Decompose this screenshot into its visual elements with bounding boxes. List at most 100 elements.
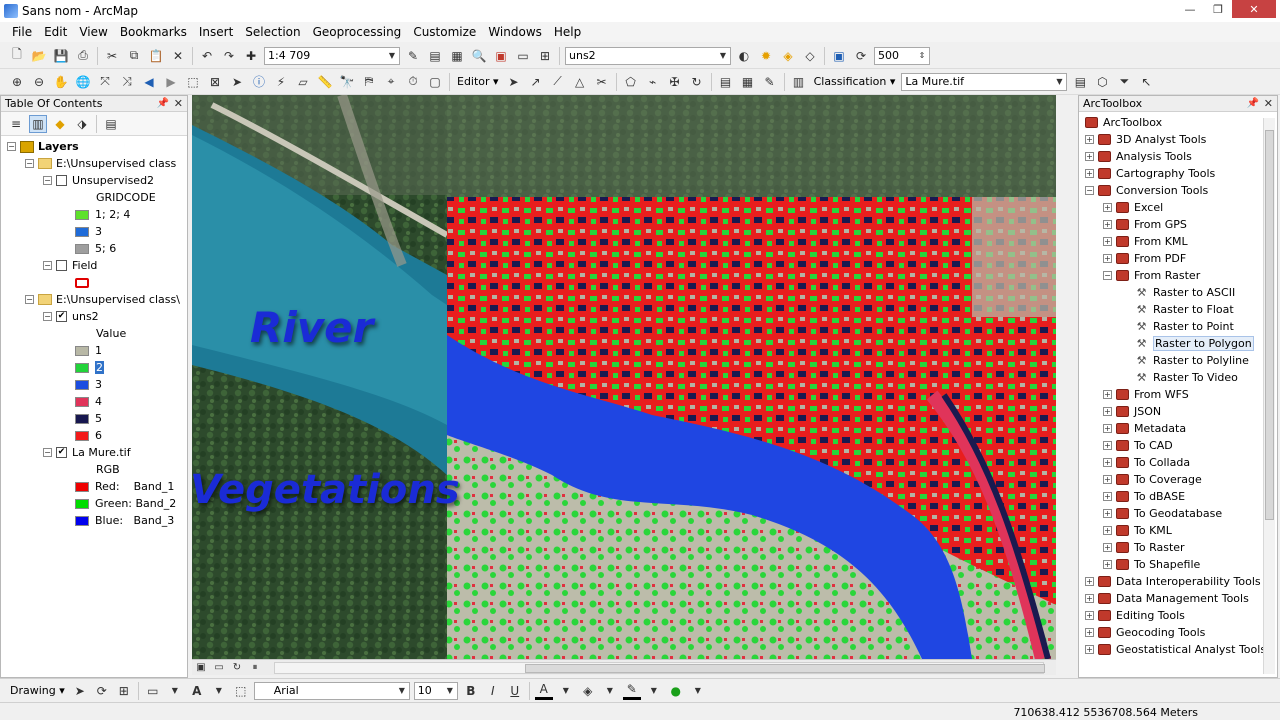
close-icon[interactable]: ✕ bbox=[174, 97, 183, 110]
visibility-checkbox[interactable]: ✔ bbox=[56, 311, 67, 322]
collapse-icon[interactable]: − bbox=[43, 261, 52, 270]
back-extent-icon[interactable]: ◀ bbox=[140, 73, 158, 91]
menu-bookmarks[interactable]: Bookmarks bbox=[114, 25, 193, 39]
close-icon[interactable]: ✕ bbox=[1264, 97, 1273, 110]
vertical-scrollbar[interactable] bbox=[1263, 118, 1275, 674]
map-canvas[interactable] bbox=[192, 95, 1056, 659]
data-view-icon[interactable]: ▣ bbox=[194, 662, 208, 674]
measure-icon[interactable]: 📏 bbox=[316, 73, 334, 91]
draw-shape-dropdown-icon[interactable]: ⏷ bbox=[1115, 73, 1133, 91]
menu-file[interactable]: File bbox=[6, 25, 38, 39]
tool-raster-to-float[interactable]: ⚒ Raster to Float bbox=[1079, 301, 1277, 318]
toolset-to-coverage[interactable]: + To Coverage bbox=[1079, 471, 1277, 488]
toolset-to-kml[interactable]: + To KML bbox=[1079, 522, 1277, 539]
refresh-icon[interactable]: ↻ bbox=[230, 662, 244, 674]
transparency-icon[interactable]: ◈ bbox=[779, 47, 797, 65]
menu-view[interactable]: View bbox=[73, 25, 113, 39]
toc-window-icon[interactable]: ▤ bbox=[426, 47, 444, 65]
select-features-icon[interactable]: ⬚ bbox=[184, 73, 202, 91]
legend-class[interactable]: 4 bbox=[1, 393, 187, 410]
go-to-xy-icon[interactable]: ⌖ bbox=[382, 73, 400, 91]
hyperlink-icon[interactable]: ⚡ bbox=[272, 73, 290, 91]
drawing-menu-button[interactable]: Drawing ▾ bbox=[6, 682, 69, 700]
band-entry[interactable]: Green: Band_2 bbox=[1, 495, 187, 512]
layers-root[interactable]: − Layers bbox=[1, 138, 187, 155]
editor-menu-button[interactable]: Editor ▾ bbox=[453, 73, 503, 91]
new-document-icon[interactable]: 🗋 bbox=[8, 47, 26, 65]
menu-edit[interactable]: Edit bbox=[38, 25, 73, 39]
toolset-to-collada[interactable]: + To Collada bbox=[1079, 454, 1277, 471]
tool-raster-to-polygon[interactable]: ⚒ Raster to Polygon bbox=[1079, 335, 1277, 352]
horizontal-scrollbar[interactable] bbox=[274, 662, 1045, 674]
zoom-in-icon[interactable]: ⊕ bbox=[8, 73, 26, 91]
fixed-zoom-in-icon[interactable]: ⤧ bbox=[96, 73, 114, 91]
collapse-icon[interactable]: − bbox=[25, 159, 34, 168]
toolset-json[interactable]: + JSON bbox=[1079, 403, 1277, 420]
layer-la-mure[interactable]: − ✔ La Mure.tif bbox=[1, 444, 187, 461]
italic-icon[interactable]: I bbox=[484, 682, 502, 700]
create-viewer-icon[interactable]: ▢ bbox=[426, 73, 444, 91]
toolset-from-wfs[interactable]: + From WFS bbox=[1079, 386, 1277, 403]
fill-color-icon[interactable]: ◈ bbox=[579, 682, 597, 700]
image-classification-icon[interactable]: ▥ bbox=[790, 73, 808, 91]
scrollbar-thumb[interactable] bbox=[1265, 130, 1274, 520]
expand-icon[interactable]: + bbox=[1103, 407, 1112, 416]
map-view[interactable]: River Vegetations bbox=[192, 95, 1056, 659]
expand-icon[interactable]: + bbox=[1103, 254, 1112, 263]
collapse-icon[interactable]: − bbox=[43, 312, 52, 321]
copy-icon[interactable]: ⧉ bbox=[125, 47, 143, 65]
arctoolbox-root[interactable]: ArcToolbox bbox=[1079, 114, 1277, 131]
toolset-from-gps[interactable]: + From GPS bbox=[1079, 216, 1277, 233]
save-icon[interactable]: 💾 bbox=[52, 47, 70, 65]
cut-polygons-icon[interactable]: ✠ bbox=[666, 73, 684, 91]
collapse-icon[interactable]: − bbox=[25, 295, 34, 304]
collapse-icon[interactable]: − bbox=[43, 176, 52, 185]
toolset-metadata[interactable]: + Metadata bbox=[1079, 420, 1277, 437]
swipe-icon[interactable]: ◇ bbox=[801, 47, 819, 65]
expand-icon[interactable]: + bbox=[1085, 577, 1094, 586]
legend-class[interactable]: 5; 6 bbox=[1, 240, 187, 257]
pin-icon[interactable]: 📌 bbox=[1247, 98, 1259, 109]
expand-icon[interactable]: + bbox=[1103, 424, 1112, 433]
full-extent-icon[interactable]: 🌐 bbox=[74, 73, 92, 91]
forward-extent-icon[interactable]: ▶ bbox=[162, 73, 180, 91]
band-entry[interactable]: Blue: Band_3 bbox=[1, 512, 187, 529]
menu-windows[interactable]: Windows bbox=[482, 25, 548, 39]
toolset-geostatistical[interactable]: + Geostatistical Analyst Tools bbox=[1079, 641, 1277, 658]
attributes-icon[interactable]: ▤ bbox=[717, 73, 735, 91]
rotate-icon[interactable]: ↻ bbox=[688, 73, 706, 91]
visibility-checkbox[interactable] bbox=[56, 175, 67, 186]
visibility-checkbox[interactable] bbox=[56, 260, 67, 271]
toolset-to-geodatabase[interactable]: + To Geodatabase bbox=[1079, 505, 1277, 522]
chevron-down-icon[interactable]: ▼ bbox=[210, 682, 228, 700]
list-by-selection-icon[interactable]: ⬗ bbox=[73, 115, 91, 133]
legend-class[interactable]: 1 bbox=[1, 342, 187, 359]
straight-segment-icon[interactable]: ⟋ bbox=[549, 73, 567, 91]
expand-icon[interactable]: + bbox=[1103, 543, 1112, 552]
tool-raster-to-point[interactable]: ⚒ Raster to Point bbox=[1079, 318, 1277, 335]
python-window-icon[interactable]: ▭ bbox=[514, 47, 532, 65]
tool-raster-to-video[interactable]: ⚒ Raster To Video bbox=[1079, 369, 1277, 386]
expand-icon[interactable]: + bbox=[1103, 492, 1112, 501]
expand-icon[interactable]: + bbox=[1103, 526, 1112, 535]
menu-help[interactable]: Help bbox=[548, 25, 587, 39]
resample-icon[interactable]: ⟳ bbox=[852, 47, 870, 65]
split-icon[interactable]: ✂ bbox=[593, 73, 611, 91]
edit-annotation-icon[interactable]: ↗ bbox=[527, 73, 545, 91]
find-icon[interactable]: 🔭 bbox=[338, 73, 356, 91]
find-route-icon[interactable]: ⛿ bbox=[360, 73, 378, 91]
add-data-icon[interactable]: ✚ bbox=[242, 47, 260, 65]
training-sample-manager-icon[interactable]: ▤ bbox=[1071, 73, 1089, 91]
legend-class[interactable]: 1; 2; 4 bbox=[1, 206, 187, 223]
legend-class[interactable]: 6 bbox=[1, 427, 187, 444]
html-popup-icon[interactable]: ▱ bbox=[294, 73, 312, 91]
rotate-element-icon[interactable]: ⟳ bbox=[93, 682, 111, 700]
brightness-icon[interactable]: ✹ bbox=[757, 47, 775, 65]
layer-field[interactable]: − Field bbox=[1, 257, 187, 274]
bold-icon[interactable]: B bbox=[462, 682, 480, 700]
list-by-source-icon[interactable]: ▥ bbox=[29, 114, 47, 133]
zoom-to-selected-icon[interactable]: ⊞ bbox=[115, 682, 133, 700]
toolset-data-interoperability[interactable]: + Data Interoperability Tools bbox=[1079, 573, 1277, 590]
toolset-from-pdf[interactable]: + From PDF bbox=[1079, 250, 1277, 267]
layout-view-icon[interactable]: ▭ bbox=[212, 662, 226, 674]
